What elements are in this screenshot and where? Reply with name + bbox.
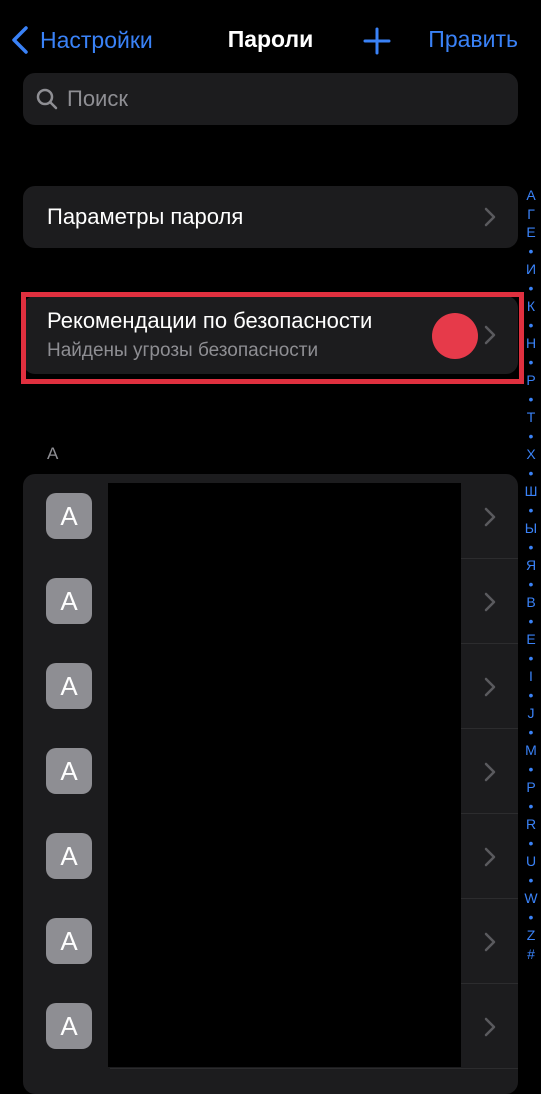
avatar: A [46,1003,92,1049]
index-letter[interactable]: W [521,889,541,908]
chevron-right-icon [484,325,496,345]
chevron-right-icon [484,592,496,612]
index-dot[interactable]: • [521,390,541,409]
search-input[interactable]: Поиск [23,73,518,125]
index-dot[interactable]: • [521,908,541,927]
index-letter[interactable]: Е [521,223,541,242]
index-letter[interactable]: К [521,297,541,316]
index-letter[interactable]: Ш [521,482,541,501]
index-dot[interactable]: • [521,242,541,261]
index-letter[interactable]: B [521,593,541,612]
search-placeholder: Поиск [67,86,128,111]
section-index[interactable]: A Г Е • И • К • Н • Р • Т • Х • Ш • Ы • Я • B • E • I • J • M • P • R • U • W •… [521,186,541,963]
index-dot[interactable]: • [521,723,541,742]
index-letter[interactable]: Z [521,926,541,945]
section-header: A [47,444,59,463]
index-letter[interactable]: Р [521,371,541,390]
chevron-right-icon [484,932,496,952]
index-letter[interactable]: I [521,667,541,686]
index-letter[interactable]: Г [521,205,541,224]
navigation-bar: Настройки Пароли Править [0,0,541,80]
avatar: A [46,578,92,624]
index-dot[interactable]: • [521,649,541,668]
avatar: A [46,833,92,879]
index-letter[interactable]: И [521,260,541,279]
index-letter[interactable]: Х [521,445,541,464]
avatar: A [46,493,92,539]
index-dot[interactable]: • [521,834,541,853]
chevron-right-icon [484,762,496,782]
index-letter[interactable]: E [521,630,541,649]
index-letter[interactable]: M [521,741,541,760]
chevron-right-icon [484,207,496,227]
redacted-area [108,483,461,1067]
password-options-cell[interactable]: Параметры пароля [23,186,518,248]
chevron-right-icon [484,507,496,527]
index-letter[interactable]: R [521,815,541,834]
chevron-right-icon [484,847,496,867]
security-recommendations-subtitle: Найдены угрозы безопасности [47,340,319,361]
index-letter[interactable]: Н [521,334,541,353]
index-dot[interactable]: • [521,871,541,890]
divider [110,1068,518,1069]
index-dot[interactable]: • [521,612,541,631]
security-recommendations-title: Рекомендации по безопасности [47,308,373,333]
index-letter[interactable]: P [521,778,541,797]
password-options-label: Параметры пароля [47,204,244,229]
alert-dot [432,313,478,359]
security-recommendations-cell[interactable]: Рекомендации по безопасности Найдены угр… [23,296,518,374]
index-dot[interactable]: • [521,575,541,594]
index-dot[interactable]: • [521,501,541,520]
index-dot[interactable]: • [521,353,541,372]
avatar: A [46,748,92,794]
index-letter[interactable]: Ы [521,519,541,538]
edit-button[interactable]: Править [428,26,518,53]
index-letter[interactable]: # [521,945,541,964]
index-letter[interactable]: Т [521,408,541,427]
add-button[interactable] [362,26,392,56]
index-dot[interactable]: • [521,464,541,483]
index-letter[interactable]: J [521,704,541,723]
index-letter[interactable]: A [521,186,541,205]
index-letter[interactable]: U [521,852,541,871]
index-dot[interactable]: • [521,797,541,816]
index-letter[interactable]: Я [521,556,541,575]
avatar: A [46,918,92,964]
index-dot[interactable]: • [521,686,541,705]
index-dot[interactable]: • [521,316,541,335]
chevron-right-icon [484,677,496,697]
search-icon [36,88,58,110]
index-dot[interactable]: • [521,427,541,446]
index-dot[interactable]: • [521,760,541,779]
avatar: A [46,663,92,709]
chevron-right-icon [484,1017,496,1037]
index-dot[interactable]: • [521,538,541,557]
plus-icon [363,27,391,55]
index-dot[interactable]: • [521,279,541,298]
